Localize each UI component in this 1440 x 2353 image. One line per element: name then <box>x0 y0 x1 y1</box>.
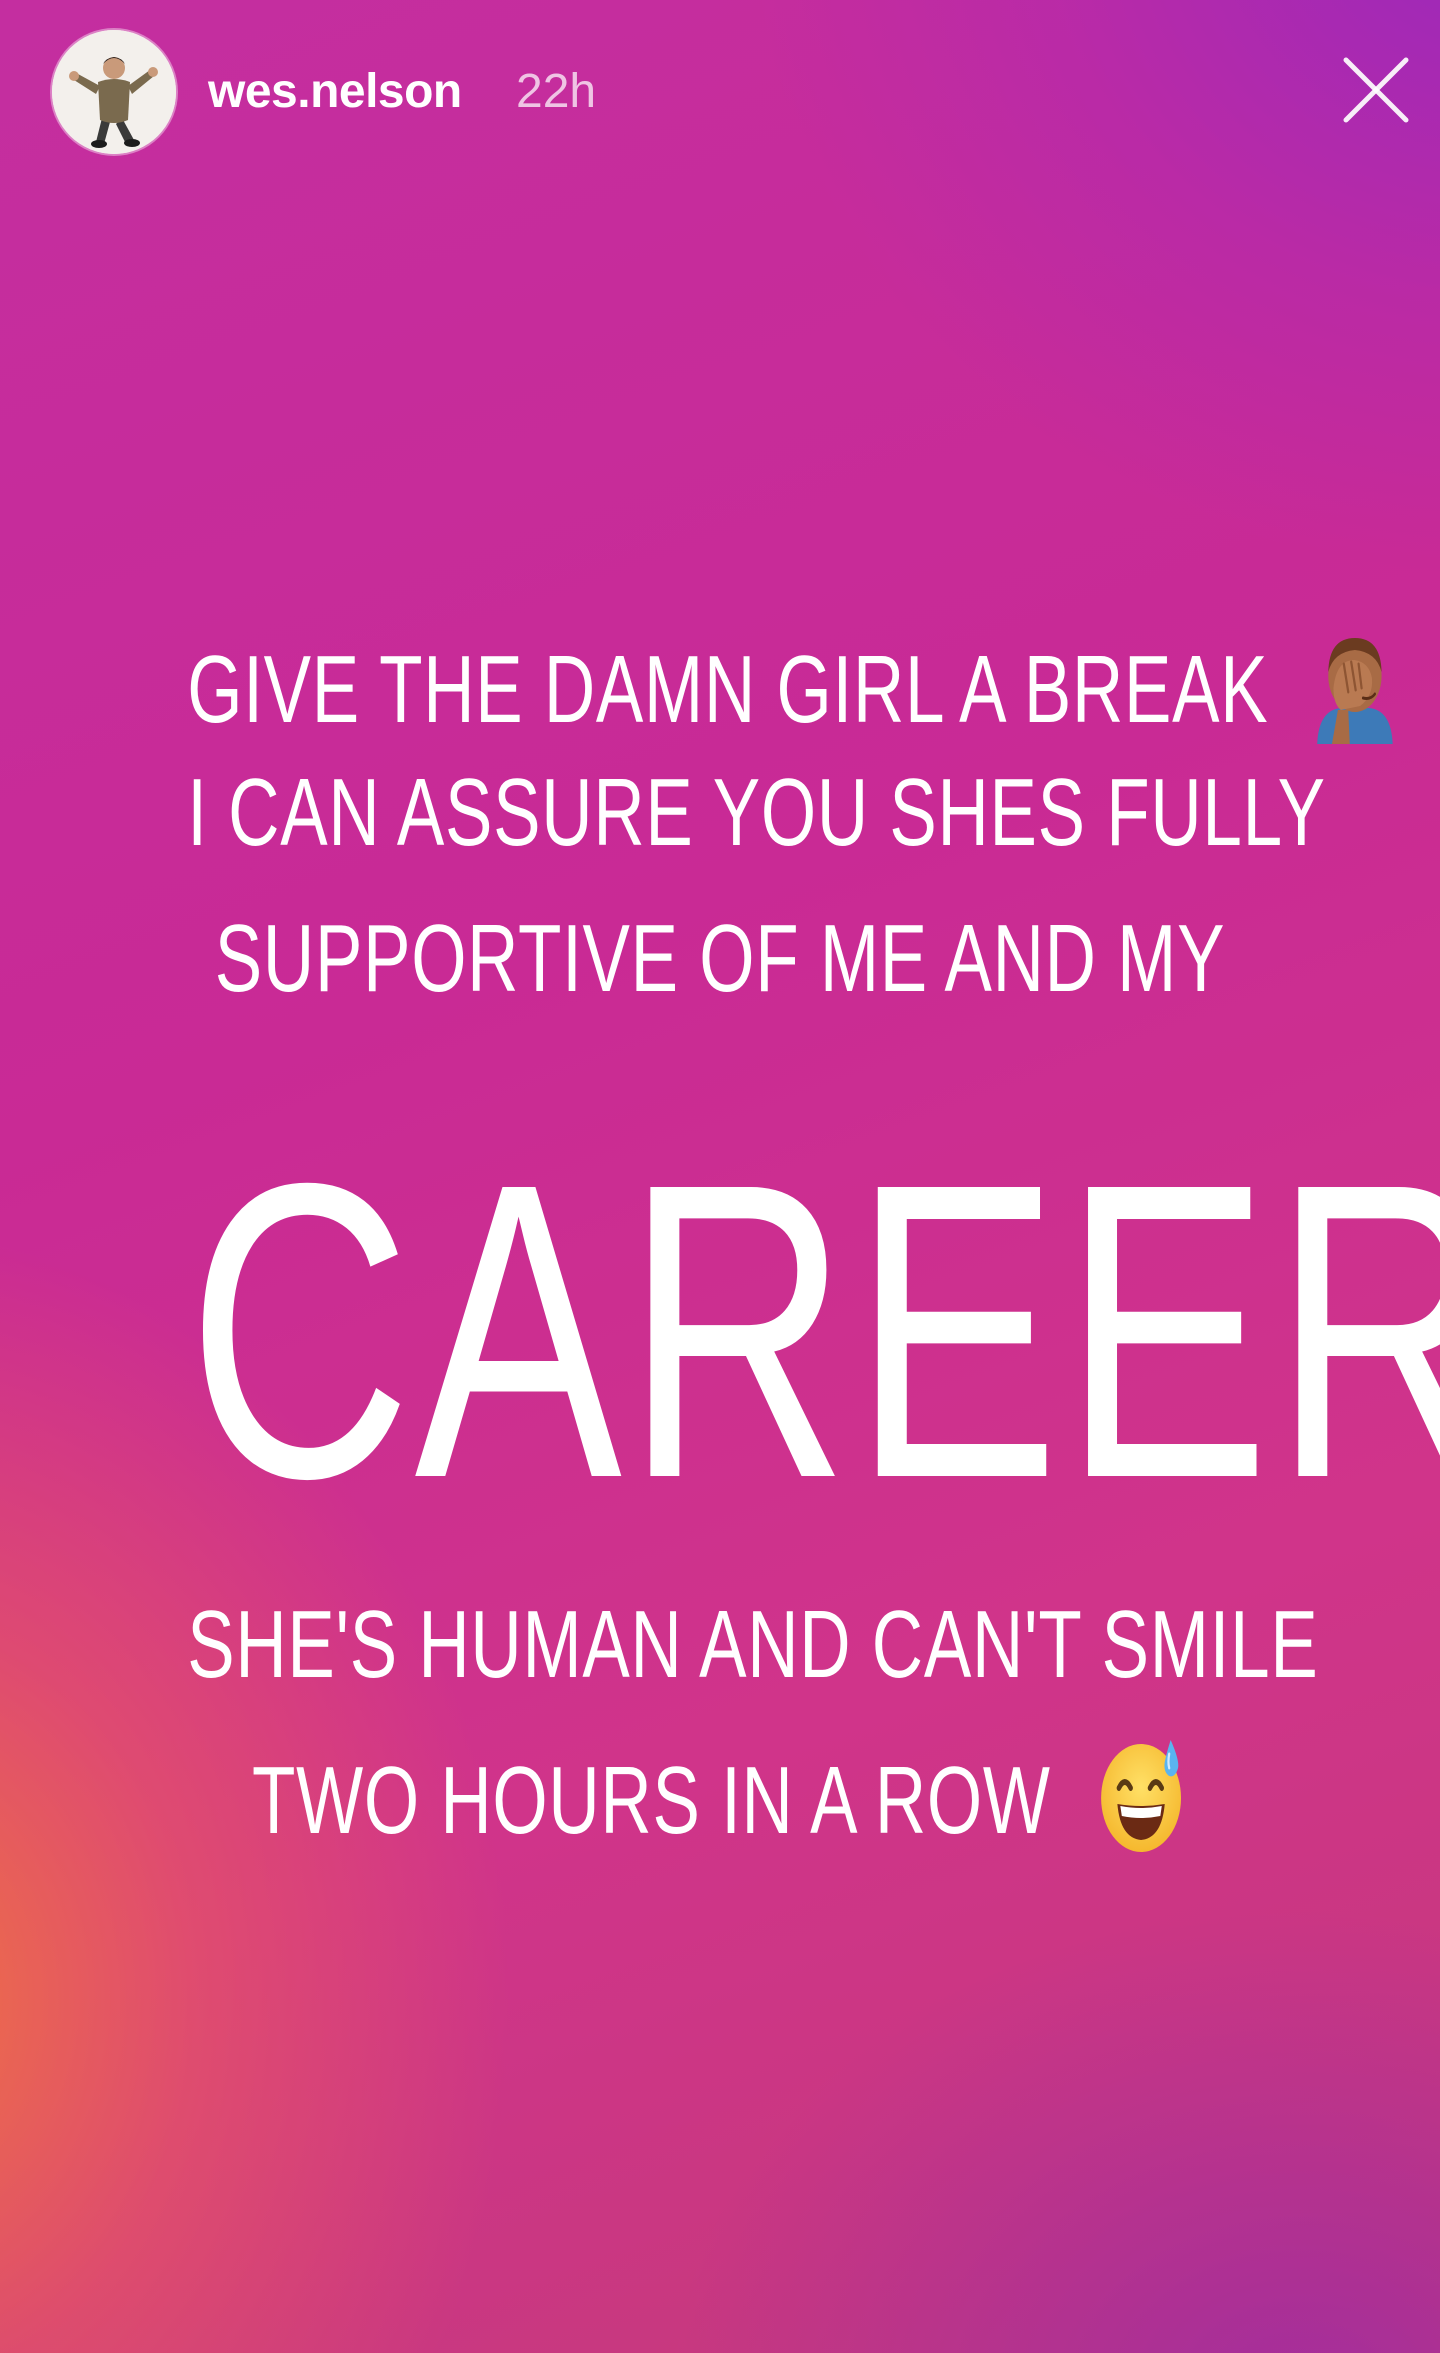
story-text-3: SUPPORTIVE OF ME AND MY <box>214 905 1226 1012</box>
story-text-4: CAREER <box>187 1097 1440 1566</box>
story-text-line-2: I CAN ASSURE YOU SHES FULLY <box>187 758 1325 868</box>
username[interactable]: wes.nelson <box>208 62 462 122</box>
grinning-sweat-emoji <box>1096 1734 1188 1881</box>
face-palm-emoji <box>1311 626 1398 767</box>
story-text-line-1: GIVE THE DAMN GIRL A BREAK <box>187 626 1393 767</box>
story-header: wes.nelson 22h <box>0 0 1440 180</box>
story-text-line-6: TWO HOURS IN A ROW <box>187 1734 1253 1881</box>
story-text-line-5: SHE'S HUMAN AND CAN'T SMILE <box>187 1590 1318 1700</box>
story-text-6: TWO HOURS IN A ROW <box>251 1746 1051 1854</box>
close-icon[interactable] <box>1336 50 1416 130</box>
story-text-line-3: SUPPORTIVE OF ME AND MY <box>187 904 1253 1014</box>
user-avatar-icon[interactable] <box>52 30 176 154</box>
post-time: 22h <box>516 65 597 118</box>
story-text-2: I CAN ASSURE YOU SHES FULLY <box>187 759 1326 866</box>
story-text-1: GIVE THE DAMN GIRL A BREAK <box>187 635 1269 743</box>
story-view[interactable]: wes.nelson 22h GIVE THE DAMN GIRL A BREA… <box>0 0 1440 2353</box>
story-text-5: SHE'S HUMAN AND CAN'T SMILE <box>187 1591 1319 1698</box>
story-text-highlight: CAREER <box>187 1122 1440 1542</box>
